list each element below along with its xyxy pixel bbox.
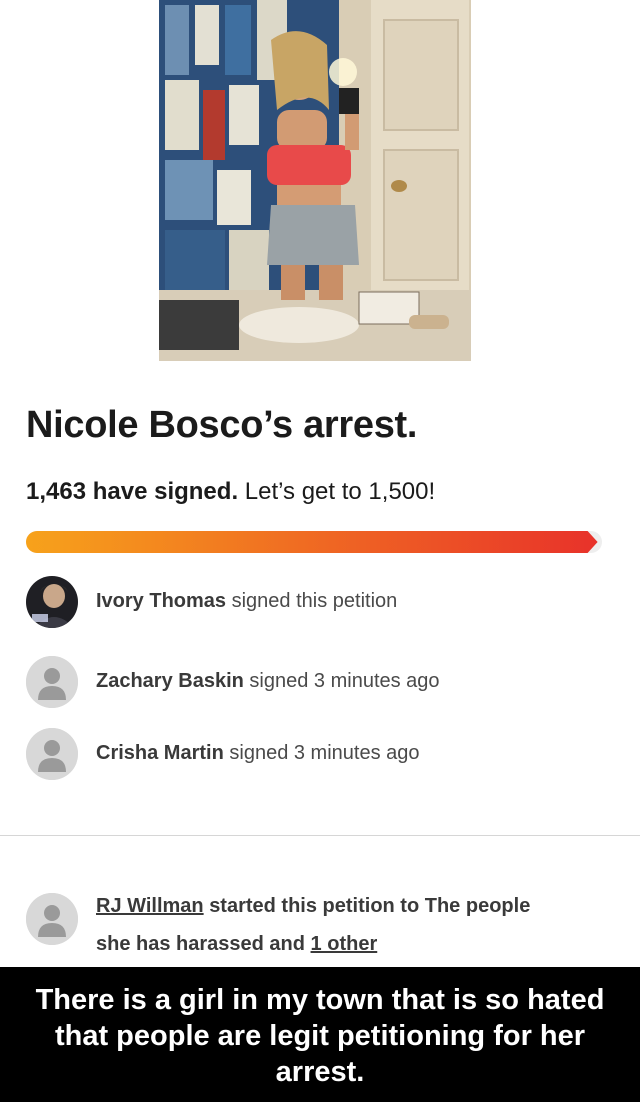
meme-caption: There is a girl in my town that is so ha… xyxy=(0,967,640,1102)
caption-line: arrest. xyxy=(275,1056,365,1088)
petition-starter: RJ Willman started this petition to The … xyxy=(26,887,626,957)
signer-action: signed 3 minutes ago xyxy=(229,742,420,764)
signed-count-text: 1,463 have signed. xyxy=(26,478,239,505)
signer-name[interactable]: Zachary Baskin xyxy=(96,670,244,692)
signer-action: signed this petition xyxy=(231,590,398,612)
section-divider xyxy=(0,835,640,836)
progress-fill xyxy=(26,531,598,553)
signer-action: signed 3 minutes ago xyxy=(249,670,440,692)
default-avatar-icon xyxy=(26,656,78,708)
signer-item: Ivory Thomas signed this petition xyxy=(26,576,606,628)
signer-item: Crisha Martin signed 3 minutes ago xyxy=(26,728,606,780)
starter-name-link[interactable]: RJ Willman xyxy=(96,895,204,917)
signer-item: Zachary Baskin signed 3 minutes ago xyxy=(26,656,606,708)
signer-avatar-photo[interactable] xyxy=(26,576,78,628)
starter-text-line2: she has harassed and xyxy=(96,933,305,955)
goal-text: Let’s get to 1,500! xyxy=(244,478,436,505)
caption-line: There is a girl in my town that is so ha… xyxy=(35,984,605,1016)
signature-count: 1,463 have signed. Let’s get to 1,500! xyxy=(26,478,435,506)
default-avatar-icon xyxy=(26,728,78,780)
progress-bar xyxy=(26,531,612,553)
petition-photo xyxy=(159,0,471,361)
caption-line: that people are legit petitioning for he… xyxy=(54,1020,586,1052)
petition-title: Nicole Bosco’s arrest. xyxy=(26,404,418,446)
default-avatar-icon xyxy=(26,893,78,945)
signer-name[interactable]: Crisha Martin xyxy=(96,742,224,764)
other-recipients-link[interactable]: 1 other xyxy=(311,933,378,955)
starter-text: started this petition to The people xyxy=(209,895,531,917)
signer-name[interactable]: Ivory Thomas xyxy=(96,590,226,612)
